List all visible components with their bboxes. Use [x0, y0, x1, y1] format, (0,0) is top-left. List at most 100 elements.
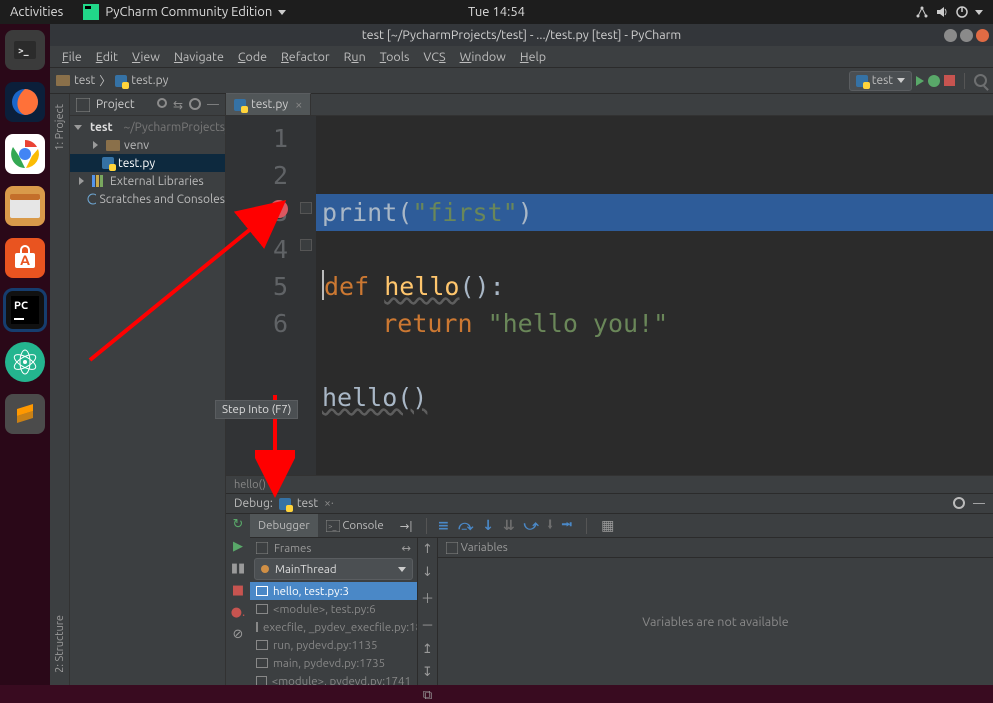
remove-watch-button[interactable]: － — [421, 615, 434, 634]
minimize-button[interactable] — [944, 29, 957, 42]
dock-software[interactable]: A — [5, 238, 45, 278]
output-tab-icon[interactable]: →| — [392, 514, 421, 537]
collapse-all-icon[interactable]: ⇆ — [173, 98, 183, 112]
tooltip-step-into: Step Into (F7) — [215, 400, 298, 419]
menu-view[interactable]: View — [126, 48, 166, 66]
gear-icon[interactable] — [953, 497, 965, 509]
menu-vcs[interactable]: VCS — [417, 48, 451, 66]
tree-scratches[interactable]: Scratches and Consoles — [70, 190, 225, 208]
editor-tab-testpy[interactable]: test.py × — [226, 93, 311, 115]
force-step-into[interactable]: ⇊ — [503, 517, 515, 534]
restore-layout-icon[interactable]: ↔ — [401, 541, 411, 555]
menu-window[interactable]: Window — [454, 48, 512, 66]
dock-atom[interactable] — [5, 342, 45, 382]
menu-navigate[interactable]: Navigate — [168, 48, 230, 66]
debug-button[interactable] — [928, 75, 940, 87]
menu-file[interactable]: File — [56, 48, 88, 66]
dock-pycharm[interactable]: PC — [5, 290, 45, 330]
step-into-button[interactable]: ↓ — [482, 517, 494, 534]
up-button[interactable]: ↥ — [422, 642, 433, 657]
fold-marker[interactable] — [300, 202, 312, 214]
breakpoint-icon[interactable] — [270, 200, 288, 218]
project-tool-button[interactable]: 1: Project — [54, 98, 66, 157]
mute-breakpoints[interactable]: ⊘ — [230, 626, 246, 642]
dock-files[interactable] — [5, 186, 45, 226]
fold-marker[interactable] — [300, 239, 312, 251]
frame-row[interactable]: execfile, _pydev_execfile.py:18 — [250, 618, 417, 636]
scratch-icon — [87, 193, 96, 205]
frame-row[interactable]: run, pydevd.py:1135 — [250, 636, 417, 654]
search-icon[interactable] — [974, 74, 987, 87]
breadcrumb[interactable]: test 〉 test.py — [56, 72, 168, 89]
active-app-menu[interactable]: PyCharm Community Edition — [73, 0, 296, 24]
resume-button[interactable]: ▶ — [230, 538, 246, 554]
dock-terminal[interactable]: >_ — [5, 30, 45, 70]
show-execution-point[interactable]: ≡ — [438, 517, 450, 534]
project-tab-title[interactable]: Project — [96, 98, 135, 111]
tree-root[interactable]: test ~/PycharmProjects/test — [70, 118, 225, 136]
menu-refactor[interactable]: Refactor — [275, 48, 336, 66]
close-button[interactable] — [976, 29, 989, 42]
hide-button[interactable]: — — [207, 98, 219, 112]
structure-tool-button[interactable]: 2: Structure — [54, 609, 66, 679]
system-status-area[interactable] — [905, 0, 993, 24]
console-tab[interactable]: >_ Console — [318, 514, 392, 537]
frame-row[interactable]: <module>, pydevd.py:1741 — [250, 672, 417, 685]
dock-sublime[interactable] — [5, 394, 45, 434]
maximize-button[interactable] — [960, 29, 973, 42]
down-button[interactable]: ↧ — [422, 665, 433, 680]
svg-text:PC: PC — [14, 300, 28, 312]
evaluate-button[interactable]: ▦ — [601, 517, 614, 534]
dock-chrome[interactable] — [5, 134, 45, 174]
next-frame-button[interactable]: ↓ — [422, 565, 433, 580]
run-to-cursor-button[interactable]: ⭲ — [562, 514, 573, 538]
clock[interactable]: Tue 14:54 — [458, 0, 535, 24]
frame-row[interactable]: <module>, test.py:6 — [250, 600, 417, 618]
editor-breadcrumb[interactable]: hello() — [226, 475, 993, 493]
drop-frame[interactable]: ⭭ — [548, 514, 553, 538]
window-title: test [~/PycharmProjects/test] - .../test… — [362, 28, 681, 42]
tree-external-libs[interactable]: External Libraries — [70, 172, 225, 190]
run-config-selector[interactable]: test — [849, 71, 912, 91]
menu-tools[interactable]: Tools — [374, 48, 416, 66]
add-watch-button[interactable]: ＋ — [421, 588, 434, 607]
stop-button[interactable]: ■ — [230, 582, 246, 598]
frame-icon — [256, 658, 268, 668]
menu-help[interactable]: Help — [514, 48, 552, 66]
frame-icon — [256, 640, 268, 650]
rerun-button[interactable]: ↻ — [230, 516, 246, 532]
pause-button[interactable]: ▮▮ — [230, 560, 246, 576]
activities-button[interactable]: Activities — [0, 0, 73, 24]
frame-row[interactable]: hello, test.py:3 — [250, 582, 417, 600]
stop-button[interactable] — [944, 75, 955, 86]
hide-button[interactable]: — — [973, 497, 985, 510]
debugger-tab[interactable]: Debugger — [250, 514, 318, 537]
thread-selector[interactable]: MainThread — [254, 558, 413, 580]
gutter[interactable]: 123 456 — [226, 116, 298, 475]
step-over-button[interactable]: ⤼ — [458, 517, 473, 534]
tree-file-testpy[interactable]: test.py — [70, 154, 225, 172]
view-breakpoints[interactable]: ●. — [230, 604, 246, 620]
menu-run[interactable]: Run — [338, 48, 372, 66]
run-button[interactable] — [916, 76, 924, 86]
fold-strip[interactable] — [298, 116, 316, 475]
debug-session-name[interactable]: test — [297, 497, 318, 510]
menu-edit[interactable]: Edit — [90, 48, 124, 66]
prev-frame-button[interactable]: ↑ — [422, 542, 433, 557]
copy-button[interactable]: ⧉ — [423, 688, 432, 703]
chevron-down-icon — [975, 10, 983, 15]
gear-icon[interactable] — [189, 98, 201, 110]
frames-list[interactable]: hello, test.py:3 <module>, test.py:6 exe… — [250, 582, 417, 685]
code-editor[interactable]: 123 456 print("first") def hello(): retu… — [226, 116, 993, 475]
close-session-icon[interactable]: ×· — [324, 497, 334, 510]
step-out-button[interactable]: ⤻ — [524, 517, 539, 534]
menu-code[interactable]: Code — [232, 48, 273, 66]
scroll-from-source-icon[interactable] — [157, 98, 167, 108]
close-tab-icon[interactable]: × — [295, 98, 302, 112]
project-tree[interactable]: test ~/PycharmProjects/test venv test.py… — [70, 116, 225, 685]
tree-venv[interactable]: venv — [70, 136, 225, 154]
dock-firefox[interactable] — [5, 82, 45, 122]
frame-icon — [256, 604, 268, 614]
frame-row[interactable]: main, pydevd.py:1735 — [250, 654, 417, 672]
power-icon — [955, 5, 969, 19]
